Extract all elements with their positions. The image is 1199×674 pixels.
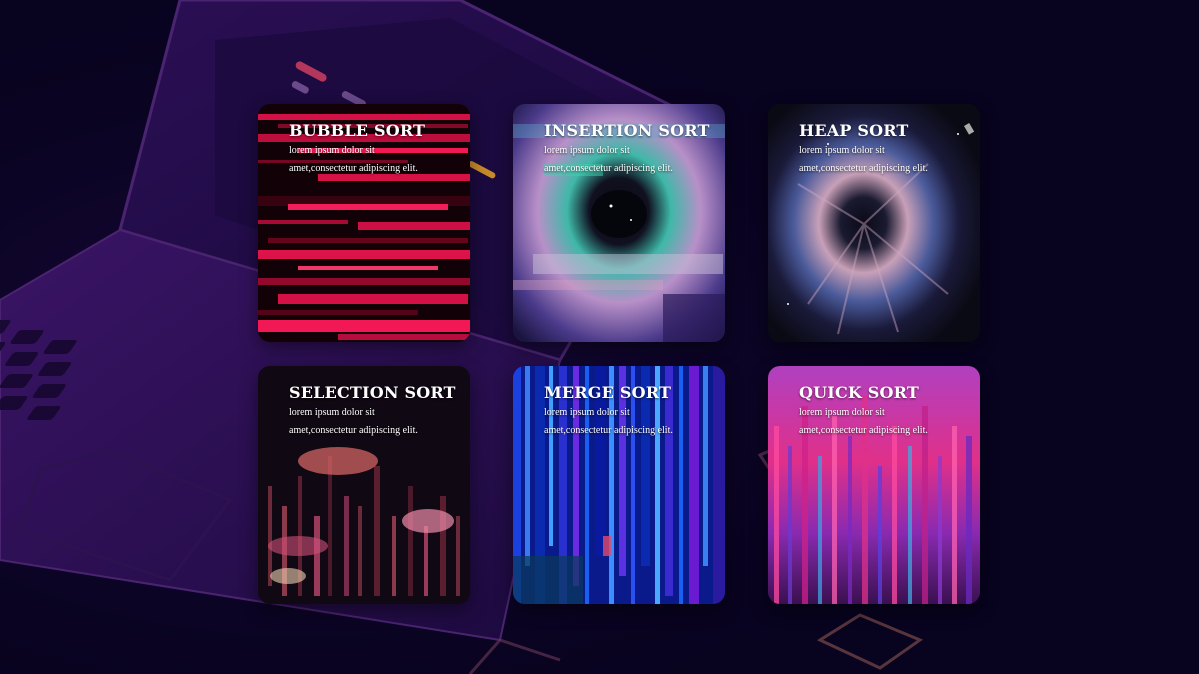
card-bubble-sort[interactable]: BUBBLE SORT lorem ipsum dolor sit amet,c… xyxy=(258,104,470,342)
card-description-line2: amet,consectetur adipiscing elit. xyxy=(289,163,418,174)
card-title: BUBBLE SORT xyxy=(289,121,426,140)
card-description-line1: lorem ipsum dolor sit xyxy=(544,407,630,418)
card-description-line2: amet,consectetur adipiscing elit. xyxy=(799,425,928,436)
card-insertion-sort[interactable]: INSERTION SORT lorem ipsum dolor sit ame… xyxy=(513,104,725,342)
card-title: QUICK SORT xyxy=(799,383,919,402)
card-merge-sort[interactable]: MERGE SORT lorem ipsum dolor sit amet,co… xyxy=(513,366,725,604)
card-title: MERGE SORT xyxy=(544,383,672,402)
card-description-line2: amet,consectetur adipiscing elit. xyxy=(544,163,673,174)
card-description-line2: amet,consectetur adipiscing elit. xyxy=(289,425,418,436)
card-title: INSERTION SORT xyxy=(544,121,710,140)
card-title: SELECTION SORT xyxy=(289,383,456,402)
card-description-line2: amet,consectetur adipiscing elit. xyxy=(544,425,673,436)
card-description-line1: lorem ipsum dolor sit xyxy=(799,145,885,156)
card-description-line1: lorem ipsum dolor sit xyxy=(544,145,630,156)
card-title: HEAP SORT xyxy=(799,121,909,140)
card-heap-sort[interactable]: HEAP SORT lorem ipsum dolor sit amet,con… xyxy=(768,104,980,342)
card-description-line1: lorem ipsum dolor sit xyxy=(289,407,375,418)
sorting-cards-grid: BUBBLE SORT lorem ipsum dolor sit amet,c… xyxy=(0,0,1199,674)
card-quick-sort[interactable]: QUICK SORT lorem ipsum dolor sit amet,co… xyxy=(768,366,980,604)
card-description-line1: lorem ipsum dolor sit xyxy=(799,407,885,418)
card-description-line1: lorem ipsum dolor sit xyxy=(289,145,375,156)
card-selection-sort[interactable]: SELECTION SORT lorem ipsum dolor sit ame… xyxy=(258,366,470,604)
card-description-line2: amet,consectetur adipiscing elit. xyxy=(799,163,928,174)
